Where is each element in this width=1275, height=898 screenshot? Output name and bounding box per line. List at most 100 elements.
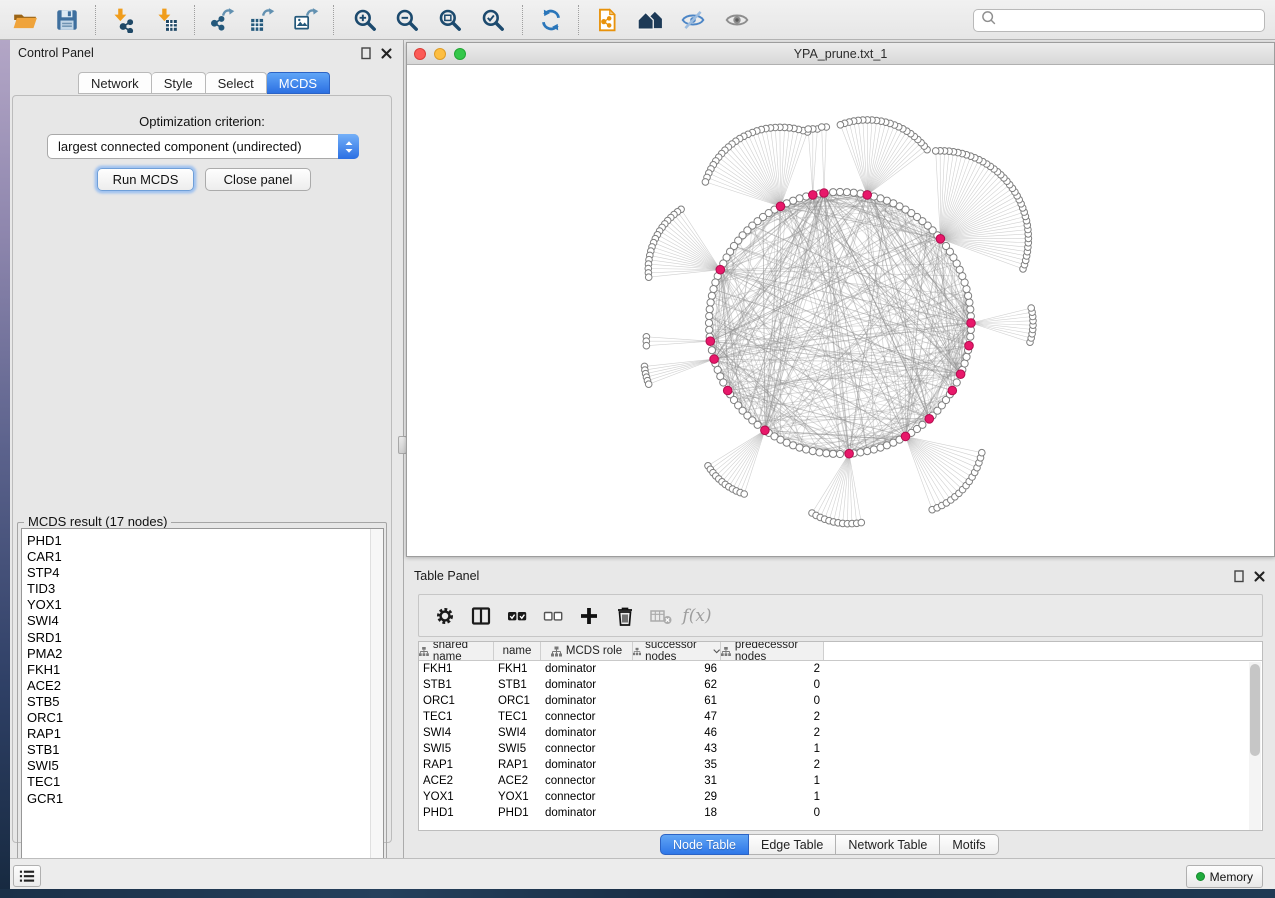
select-all-icon[interactable] bbox=[499, 598, 535, 634]
mcds-result-item[interactable]: YOX1 bbox=[22, 597, 383, 613]
close-panel-button[interactable]: Close panel bbox=[205, 168, 311, 191]
table-cell: connector bbox=[541, 711, 633, 723]
add-column-plus-icon[interactable] bbox=[571, 598, 607, 634]
mcds-result-item[interactable]: ACE2 bbox=[22, 678, 383, 694]
table-cell: FKH1 bbox=[494, 663, 541, 675]
table-row[interactable]: SWI4SWI4dominator462 bbox=[419, 725, 1262, 741]
close-panel-icon[interactable] bbox=[1251, 568, 1267, 584]
column-header-mcds-role[interactable]: MCDS role bbox=[541, 642, 633, 660]
tab-network-table[interactable]: Network Table bbox=[836, 834, 940, 855]
tab-label: Motifs bbox=[952, 838, 985, 852]
show-hide-columns-icon[interactable] bbox=[463, 598, 499, 634]
mcds-result-item[interactable]: FKH1 bbox=[22, 662, 383, 678]
export-image-icon[interactable] bbox=[287, 3, 325, 37]
mcds-result-item[interactable]: RAP1 bbox=[22, 726, 383, 742]
float-panel-icon[interactable] bbox=[358, 45, 374, 61]
table-cell: FKH1 bbox=[419, 663, 494, 675]
shared-column-icon bbox=[721, 646, 731, 657]
mcds-result-item[interactable]: CAR1 bbox=[22, 549, 383, 565]
status-bar: Memory bbox=[10, 858, 1275, 889]
table-cell: dominator bbox=[541, 695, 633, 707]
tab-node-table[interactable]: Node Table bbox=[660, 834, 749, 855]
hide-selected-eye-icon[interactable] bbox=[674, 3, 712, 37]
list-scrollbar[interactable] bbox=[370, 529, 383, 883]
save-session-icon[interactable] bbox=[48, 3, 86, 37]
task-history-button[interactable] bbox=[13, 865, 41, 887]
mcds-result-item[interactable]: STB5 bbox=[22, 694, 383, 710]
window-minimize-icon[interactable] bbox=[434, 48, 446, 60]
zoom-out-icon[interactable] bbox=[388, 3, 426, 37]
table-row[interactable]: TEC1TEC1connector472 bbox=[419, 709, 1262, 725]
table-cell: RAP1 bbox=[494, 759, 541, 771]
float-panel-icon[interactable] bbox=[1231, 568, 1247, 584]
table-cell: 2 bbox=[721, 727, 824, 739]
column-header-name[interactable]: name bbox=[494, 642, 541, 660]
show-all-eye-icon[interactable] bbox=[718, 3, 756, 37]
import-table-icon[interactable] bbox=[147, 3, 185, 37]
mcds-result-item[interactable]: SRD1 bbox=[22, 630, 383, 646]
mcds-result-list[interactable]: PHD1CAR1STP4TID3YOX1SWI4SRD1PMA2FKH1ACE2… bbox=[21, 528, 384, 884]
first-neighbors-icon[interactable] bbox=[631, 3, 669, 37]
run-mcds-button[interactable]: Run MCDS bbox=[97, 168, 194, 191]
network-canvas[interactable]: .e0{stroke:#8d8d8d;stroke-opacity:.30;st… bbox=[407, 65, 1274, 556]
table-row[interactable]: STB1STB1dominator620 bbox=[419, 677, 1262, 693]
table-panel-title: Table Panel bbox=[414, 569, 479, 583]
tab-label: Network bbox=[91, 76, 139, 91]
table-cell: SWI5 bbox=[494, 743, 541, 755]
export-network-icon[interactable] bbox=[203, 3, 241, 37]
table-row[interactable]: ORC1ORC1dominator610 bbox=[419, 693, 1262, 709]
tab-style[interactable]: Style bbox=[152, 72, 206, 94]
zoom-selected-icon[interactable] bbox=[474, 3, 512, 37]
scrollbar-thumb[interactable] bbox=[1250, 664, 1260, 756]
tab-network[interactable]: Network bbox=[78, 72, 152, 94]
list-icon bbox=[18, 868, 36, 884]
mcds-result-item[interactable]: SWI4 bbox=[22, 613, 383, 629]
close-panel-icon[interactable] bbox=[378, 45, 394, 61]
mcds-result-item[interactable]: PMA2 bbox=[22, 646, 383, 662]
search-input[interactable] bbox=[998, 13, 1264, 29]
column-header-shared-name[interactable]: shared name bbox=[419, 642, 494, 660]
network-window-titlebar[interactable]: YPA_prune.txt_1 bbox=[407, 43, 1274, 65]
mcds-result-item[interactable]: ORC1 bbox=[22, 710, 383, 726]
table-cell: YOX1 bbox=[419, 791, 494, 803]
mcds-result-item[interactable]: PHD1 bbox=[22, 533, 383, 549]
search-box[interactable] bbox=[973, 9, 1265, 32]
memory-button[interactable]: Memory bbox=[1186, 865, 1263, 888]
table-settings-gear-icon[interactable] bbox=[427, 598, 463, 634]
mcds-result-item[interactable]: GCR1 bbox=[22, 791, 383, 807]
table-cell: 96 bbox=[633, 663, 721, 675]
column-header-predecessor-nodes[interactable]: predecessor nodes bbox=[721, 642, 824, 660]
export-table-icon[interactable] bbox=[243, 3, 281, 37]
import-network-icon[interactable] bbox=[103, 3, 141, 37]
window-close-icon[interactable] bbox=[414, 48, 426, 60]
table-row[interactable]: PHD1PHD1dominator180 bbox=[419, 805, 1262, 821]
mcds-result-item[interactable]: TID3 bbox=[22, 581, 383, 597]
tab-select[interactable]: Select bbox=[206, 72, 267, 94]
table-row[interactable]: RAP1RAP1dominator352 bbox=[419, 757, 1262, 773]
mcds-result-item[interactable]: STB1 bbox=[22, 742, 383, 758]
table-row[interactable]: FKH1FKH1dominator962 bbox=[419, 661, 1262, 677]
mcds-result-item[interactable]: SWI5 bbox=[22, 758, 383, 774]
open-file-icon[interactable] bbox=[6, 3, 44, 37]
table-cell: 2 bbox=[721, 759, 824, 771]
deselect-all-icon[interactable] bbox=[535, 598, 571, 634]
tab-mcds[interactable]: MCDS bbox=[267, 72, 330, 94]
table-cell: SWI5 bbox=[419, 743, 494, 755]
delete-column-trash-icon[interactable] bbox=[607, 598, 643, 634]
table-cell: SWI4 bbox=[419, 727, 494, 739]
tab-edge-table[interactable]: Edge Table bbox=[749, 834, 836, 855]
mcds-result-item[interactable]: STP4 bbox=[22, 565, 383, 581]
zoom-fit-icon[interactable] bbox=[431, 3, 469, 37]
window-zoom-icon[interactable] bbox=[454, 48, 466, 60]
optimization-criterion-select[interactable]: largest connected component (undirected) bbox=[47, 134, 359, 159]
tab-motifs[interactable]: Motifs bbox=[940, 834, 998, 855]
mcds-result-item[interactable]: TEC1 bbox=[22, 774, 383, 790]
column-header-successor-nodes[interactable]: successor nodes bbox=[633, 642, 721, 660]
table-row[interactable]: YOX1YOX1connector291 bbox=[419, 789, 1262, 805]
refresh-icon[interactable] bbox=[532, 3, 570, 37]
zoom-in-icon[interactable] bbox=[346, 3, 384, 37]
table-row[interactable]: ACE2ACE2connector311 bbox=[419, 773, 1262, 789]
table-row[interactable]: SWI5SWI5connector431 bbox=[419, 741, 1262, 757]
new-network-from-selection-icon[interactable] bbox=[588, 3, 626, 37]
table-scrollbar[interactable] bbox=[1249, 662, 1261, 830]
